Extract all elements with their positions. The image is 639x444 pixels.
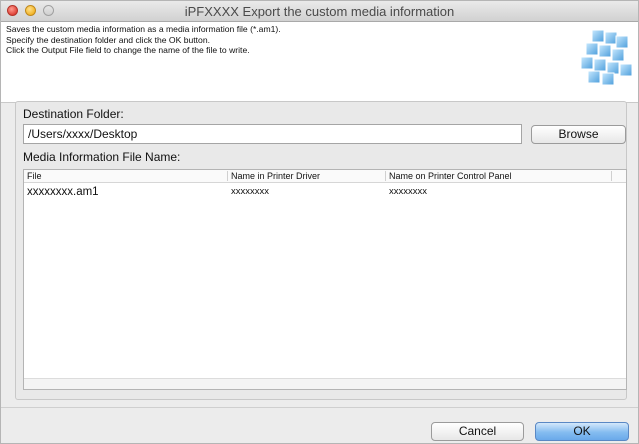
title-bar[interactable]: iPFXXXX Export the custom media informat… [1, 1, 638, 22]
column-header-file[interactable]: File [24, 170, 228, 182]
media-file-table[interactable]: File Name in Printer Driver Name on Prin… [23, 169, 627, 390]
browse-button[interactable]: Browse [531, 125, 626, 144]
destination-folder-field[interactable]: /Users/xxxx/Desktop [23, 124, 522, 144]
driver-name-cell: xxxxxxxx [231, 186, 269, 197]
panel-name-cell: xxxxxxxx [389, 186, 427, 197]
printer-blocks-logo-icon [580, 29, 633, 86]
description-header: Saves the custom media information as a … [1, 22, 638, 103]
column-divider[interactable] [611, 171, 612, 181]
window-title: iPFXXXX Export the custom media informat… [184, 4, 455, 19]
footer-divider [1, 407, 638, 408]
description-line-1: Saves the custom media information as a … [6, 24, 281, 34]
table-row[interactable]: xxxxxxxx.am1 xxxxxxxx xxxxxxxx [24, 184, 626, 200]
table-header: File Name in Printer Driver Name on Prin… [24, 170, 626, 183]
ok-button[interactable]: OK [535, 422, 629, 441]
cancel-button[interactable]: Cancel [431, 422, 524, 441]
export-window: iPFXXXX Export the custom media informat… [0, 0, 639, 444]
output-file-cell[interactable]: xxxxxxxx.am1 [27, 184, 99, 200]
description-text: Saves the custom media information as a … [6, 24, 281, 56]
column-header-driver-name[interactable]: Name in Printer Driver [228, 170, 386, 182]
horizontal-scrollbar[interactable] [24, 378, 626, 389]
column-header-panel-name[interactable]: Name on Printer Control Panel [386, 170, 612, 182]
media-file-name-label: Media Information File Name: [23, 150, 181, 164]
description-line-3: Click the Output File field to change th… [6, 45, 250, 55]
destination-folder-label: Destination Folder: [23, 107, 124, 121]
description-line-2: Specify the destination folder and click… [6, 34, 210, 45]
